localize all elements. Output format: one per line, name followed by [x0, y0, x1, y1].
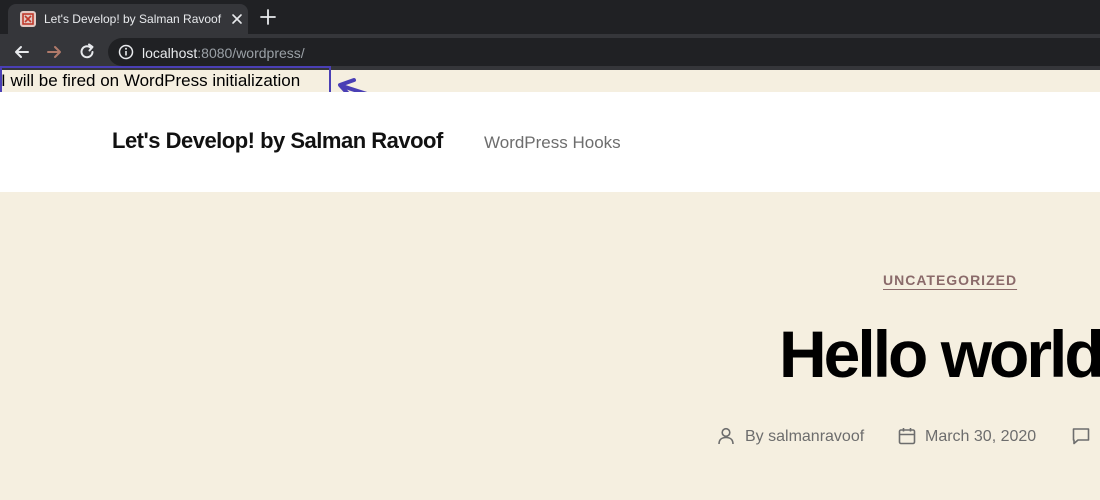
browser-tab-strip: Let's Develop! by Salman Ravoof — [0, 0, 1100, 34]
comment-icon[interactable] — [1071, 426, 1091, 446]
post-date[interactable]: March 30, 2020 — [925, 428, 1036, 446]
browser-toolbar: localhost:8080/wordpress/ — [0, 34, 1100, 70]
address-url: localhost:8080/wordpress/ — [142, 45, 305, 61]
forward-arrow-icon[interactable] — [44, 42, 64, 62]
url-path: :8080/wordpress/ — [197, 45, 305, 61]
browser-tab[interactable]: Let's Develop! by Salman Ravoof — [8, 4, 248, 34]
site-description: WordPress Hooks — [484, 133, 621, 152]
reload-icon[interactable] — [77, 42, 97, 62]
address-bar[interactable]: localhost:8080/wordpress/ — [108, 38, 1100, 66]
post-category-link[interactable]: UNCATEGORIZED — [883, 272, 1017, 288]
site-info-icon[interactable] — [118, 44, 134, 60]
post-title[interactable]: Hello world — [779, 316, 1100, 392]
new-tab-plus-icon[interactable] — [259, 8, 277, 26]
author-user-icon — [718, 427, 734, 445]
site-header: Let's Develop! by Salman Ravoof WordPres… — [0, 92, 1100, 192]
url-host: localhost — [142, 45, 198, 61]
tab-title: Let's Develop! by Salman Ravoof — [44, 12, 222, 26]
site-favicon-icon — [20, 11, 36, 27]
calendar-icon — [898, 428, 916, 445]
post-author[interactable]: By salmanravoof — [745, 428, 864, 446]
back-arrow-icon[interactable] — [12, 42, 32, 62]
site-title[interactable]: Let's Develop! by Salman Ravoof — [112, 128, 443, 154]
tab-close-icon[interactable] — [230, 12, 244, 26]
